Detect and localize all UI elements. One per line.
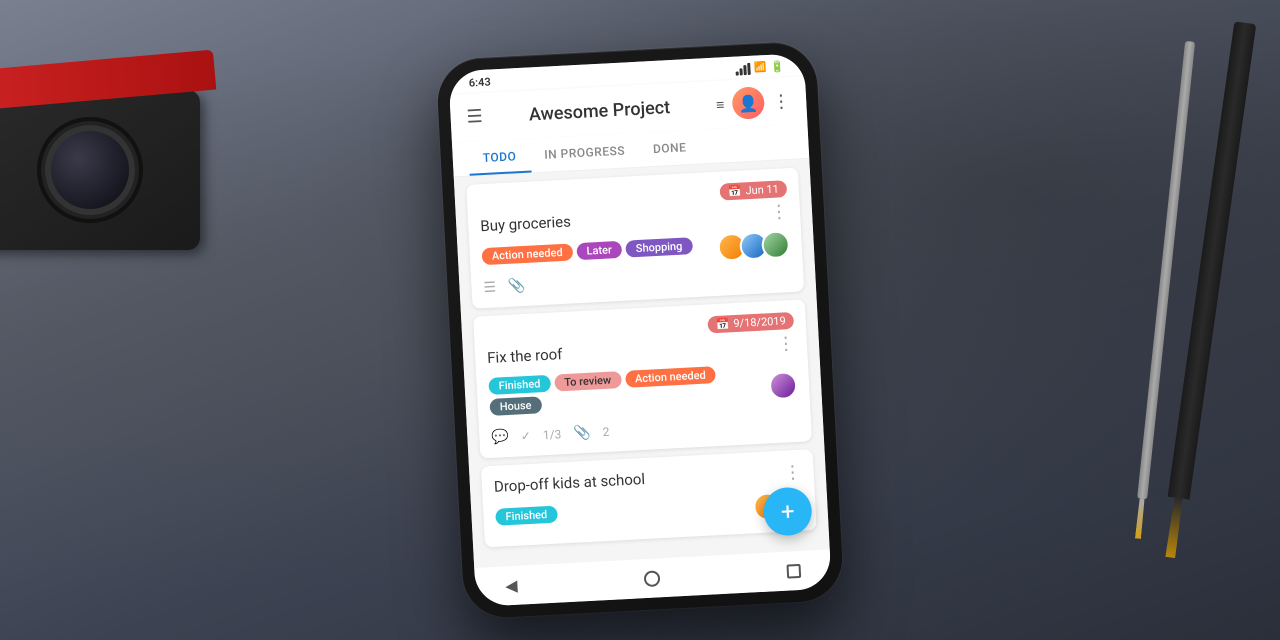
task-card[interactable]: 📅 Jun 11 Buy groceries ⋮ Action needed L… xyxy=(466,168,804,309)
task-more-icon[interactable]: ⋮ xyxy=(783,462,802,484)
battery-icon: 🔋 xyxy=(770,60,784,74)
top-bar-actions: ≡ 👤 ⋮ xyxy=(715,85,791,121)
phone-screen: 6:43 📶 🔋 ☰ Awesome Project ≡ xyxy=(448,53,832,607)
task-more-icon[interactable]: ⋮ xyxy=(769,201,788,223)
status-icons: 📶 🔋 xyxy=(735,60,785,76)
task-date-badge: 📅 Jun 11 xyxy=(719,180,787,200)
signal-icon xyxy=(735,62,751,75)
task-title: Drop-off kids at school xyxy=(494,463,777,496)
tags-row: Finished To review Action needed House xyxy=(488,363,770,416)
task-title: Fix the roof xyxy=(487,334,770,367)
comment-icon[interactable]: 💬 xyxy=(491,429,509,446)
user-avatar[interactable]: 👤 xyxy=(731,86,765,120)
task-card[interactable]: 📅 9/18/2019 Fix the roof ⋮ Finished To r… xyxy=(473,299,812,458)
app-title: Awesome Project xyxy=(482,94,716,127)
phone-outer: 6:43 📶 🔋 ☰ Awesome Project ≡ xyxy=(436,40,845,619)
task-date-badge: 📅 9/18/2019 xyxy=(707,312,794,333)
tag[interactable]: Finished xyxy=(495,505,557,525)
attachment-count: 2 xyxy=(602,425,609,439)
avatar xyxy=(761,230,790,259)
card-row: Finished xyxy=(495,491,804,535)
tab-todo[interactable]: TODO xyxy=(468,139,531,176)
tag[interactable]: Finished xyxy=(488,375,550,395)
tag[interactable]: Shopping xyxy=(625,237,692,257)
subtask-count: 1/3 xyxy=(543,427,562,442)
menu-icon[interactable]: ☰ xyxy=(466,108,483,127)
recent-nav-icon[interactable] xyxy=(786,563,801,578)
tag[interactable]: Later xyxy=(576,240,622,259)
task-list[interactable]: 📅 Jun 11 Buy groceries ⋮ Action needed L… xyxy=(454,159,830,568)
avatar xyxy=(768,371,797,400)
calendar-icon: 📅 xyxy=(715,317,729,331)
tags-row: Finished xyxy=(495,505,557,525)
attachment-icon[interactable]: 📎 xyxy=(508,278,526,295)
phone: 6:43 📶 🔋 ☰ Awesome Project ≡ xyxy=(436,40,845,619)
task-more-icon[interactable]: ⋮ xyxy=(776,333,795,355)
tag[interactable]: To review xyxy=(554,371,622,391)
comment-icon[interactable]: ☰ xyxy=(483,279,496,296)
wifi-icon: 📶 xyxy=(754,62,767,74)
more-options-icon[interactable]: ⋮ xyxy=(772,90,791,112)
tab-in-progress[interactable]: IN PROGRESS xyxy=(529,133,640,173)
task-title: Buy groceries xyxy=(480,202,763,235)
tag[interactable]: House xyxy=(489,396,542,416)
back-nav-icon[interactable]: ◀ xyxy=(505,576,518,596)
home-nav-icon[interactable] xyxy=(644,570,661,587)
attachment-icon[interactable]: 📎 xyxy=(573,425,591,442)
card-row: Finished To review Action needed House xyxy=(488,362,798,424)
tags-row: Action needed Later Shopping xyxy=(481,237,692,265)
tag[interactable]: Action needed xyxy=(481,243,573,265)
filter-icon[interactable]: ≡ xyxy=(716,96,725,113)
avatars-row xyxy=(717,230,790,262)
check-icon[interactable]: ✓ xyxy=(520,429,531,444)
status-time: 6:43 xyxy=(469,75,492,89)
tag[interactable]: Action needed xyxy=(625,366,717,388)
avatars-row xyxy=(768,371,797,400)
calendar-icon: 📅 xyxy=(728,185,742,199)
tab-done[interactable]: DONE xyxy=(638,130,701,167)
camera-decoration xyxy=(0,30,230,310)
